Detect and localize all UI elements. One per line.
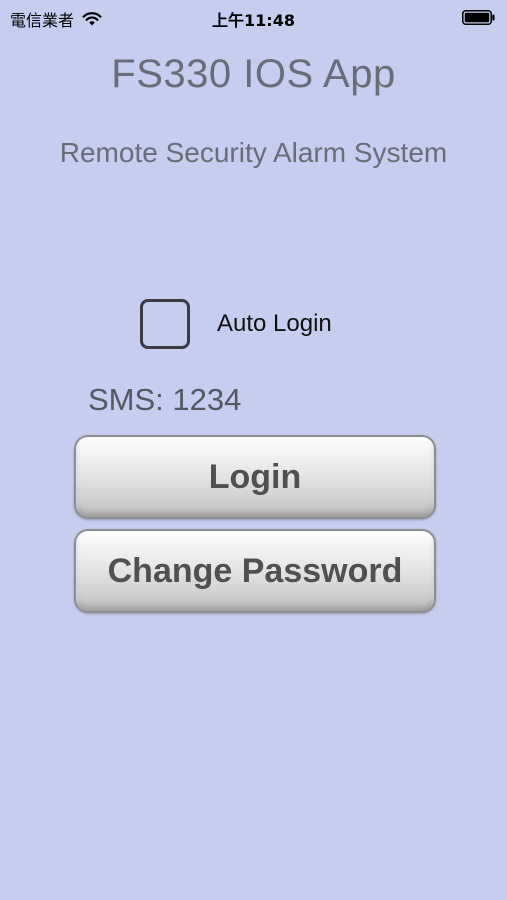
status-bar: 電信業者 上午11:48 — [0, 0, 507, 36]
battery-icon — [462, 10, 495, 25]
sms-code-text: SMS: 1234 — [88, 382, 242, 417]
auto-login-row: Auto Login — [140, 297, 332, 351]
auto-login-label: Auto Login — [217, 310, 332, 337]
status-time: 上午11:48 — [212, 11, 295, 30]
auto-login-checkbox[interactable] — [140, 299, 190, 349]
login-button[interactable]: Login — [74, 435, 436, 519]
app-subtitle: Remote Security Alarm System — [59, 137, 448, 168]
change-password-button[interactable]: Change Password — [74, 529, 436, 613]
app-title: FS330 IOS App — [111, 52, 396, 96]
